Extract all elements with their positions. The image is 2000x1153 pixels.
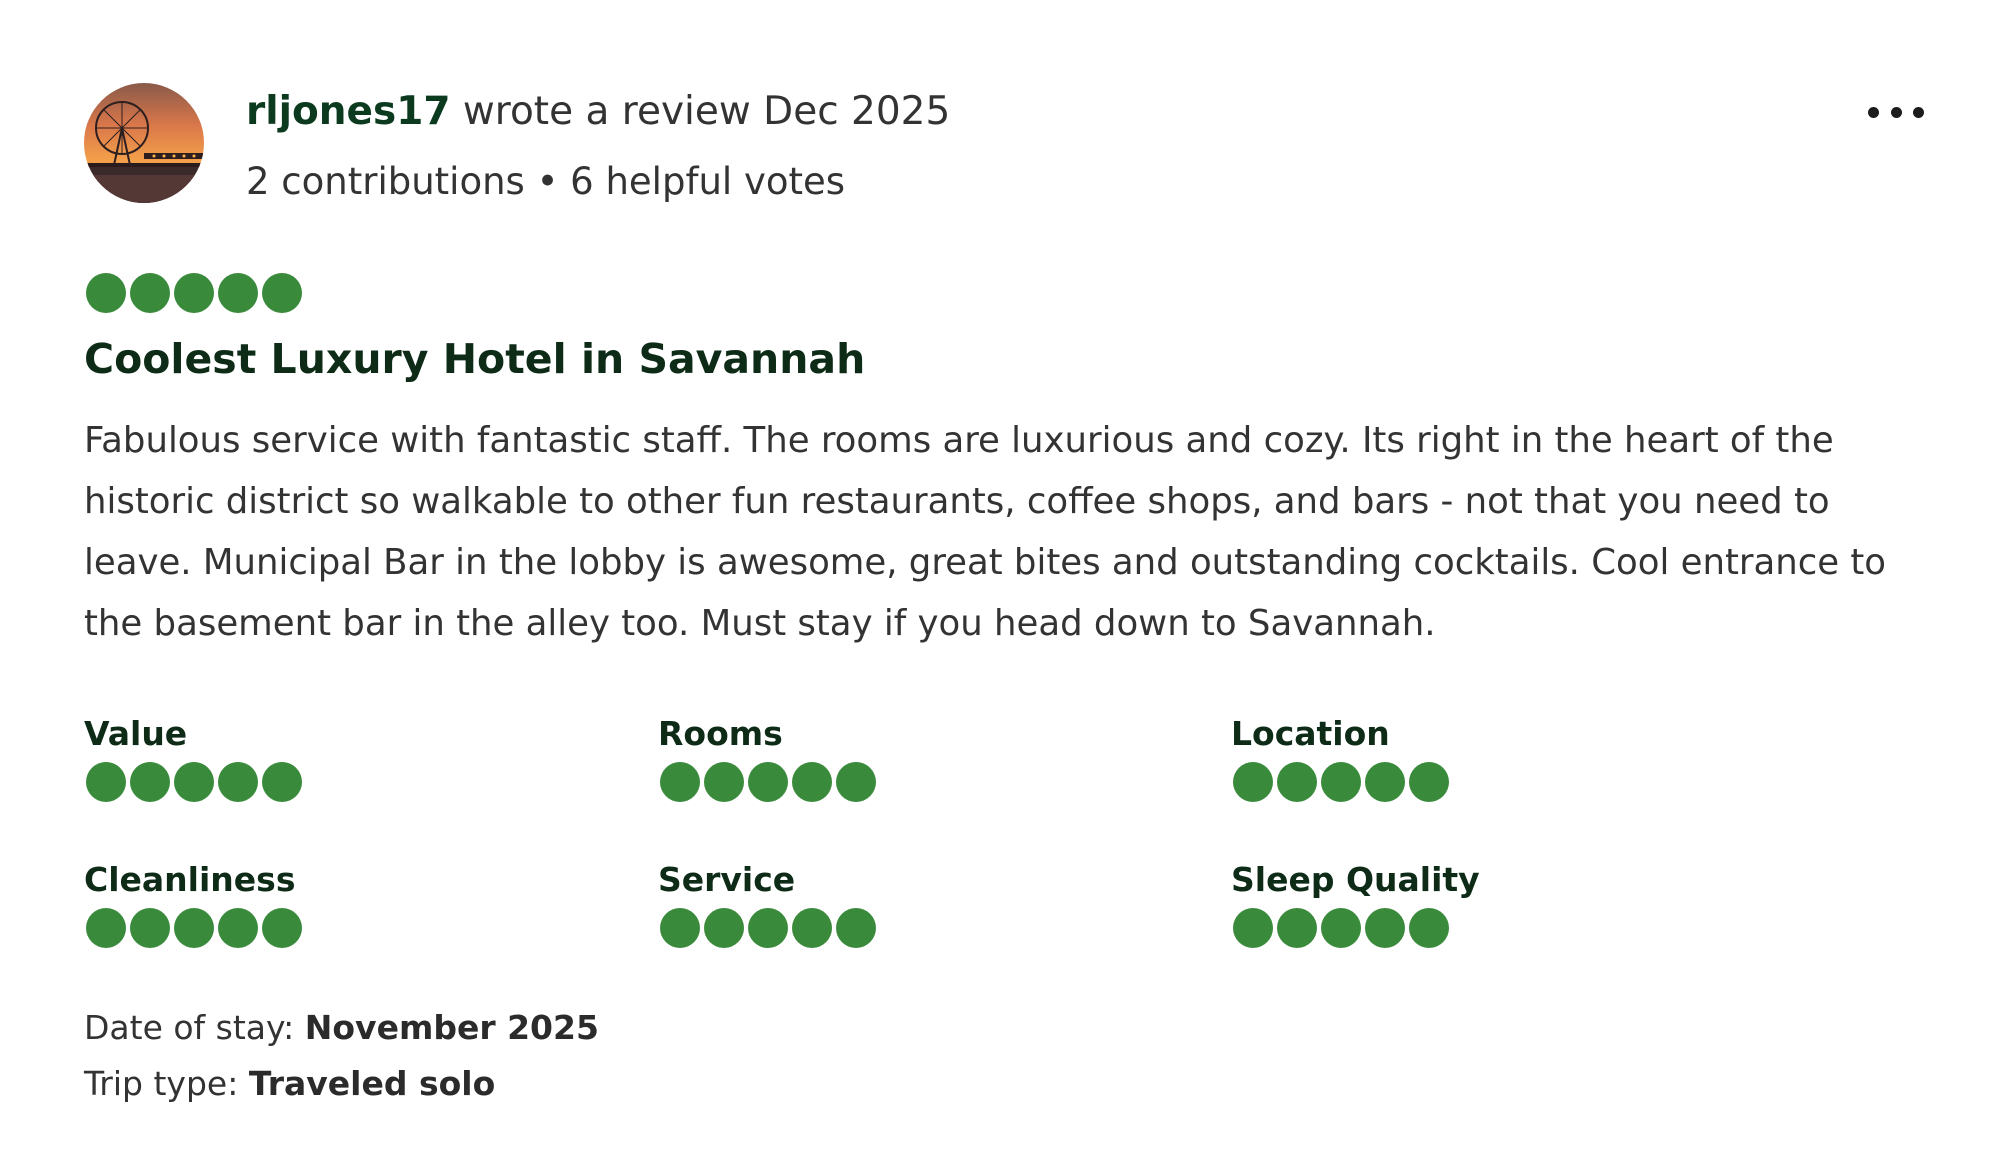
rating-bubble-icon: [1321, 908, 1361, 948]
rating-bubble-icon: [660, 908, 700, 948]
rating-bubble-icon: [1409, 762, 1449, 802]
sub-rating-cleanliness: Cleanliness: [84, 858, 302, 948]
sub-rating-label: Cleanliness: [84, 860, 296, 899]
overall-rating-bubbles: [86, 273, 302, 313]
sub-rating-rooms: Rooms: [658, 712, 876, 802]
rating-bubble-icon: [792, 908, 832, 948]
date-of-stay-label: Date of stay:: [84, 1008, 295, 1047]
rating-bubble-icon: [1365, 762, 1405, 802]
date-of-stay: Date of stay: November 2025: [84, 1004, 599, 1052]
rating-bubble-icon: [262, 908, 302, 948]
sub-rating-location: Location: [1231, 712, 1449, 802]
rating-bubble-icon: [174, 762, 214, 802]
rating-bubble-icon: [174, 908, 214, 948]
contributions-text: 2 contributions • 6 helpful votes: [246, 160, 846, 203]
sub-rating-label: Value: [84, 714, 188, 753]
sub-rating-label: Location: [1231, 714, 1390, 753]
sub-rating-sleep-quality: Sleep Quality: [1231, 858, 1480, 948]
more-horizontal-icon: [1868, 106, 1879, 118]
rating-bubble-icon: [262, 273, 302, 313]
review-title: Coolest Luxury Hotel in Savannah: [84, 335, 866, 383]
rating-bubble-icon: [1277, 908, 1317, 948]
sub-rating-label: Rooms: [658, 714, 783, 753]
more-horizontal-icon-dot: [1913, 106, 1924, 118]
rating-bubble-icon: [836, 762, 876, 802]
sub-rating-bubbles: [86, 762, 302, 802]
trip-type: Trip type: Traveled solo: [84, 1060, 495, 1108]
rating-bubble-icon: [174, 273, 214, 313]
rating-bubble-icon: [86, 762, 126, 802]
rating-bubble-icon: [130, 762, 170, 802]
sub-rating-label: Service: [658, 860, 796, 899]
review-date-text: wrote a review Dec 2025: [462, 89, 951, 134]
date-of-stay-value: November 2025: [304, 1008, 599, 1047]
rating-bubble-icon: [1233, 762, 1273, 802]
rating-bubble-icon: [792, 762, 832, 802]
rating-bubble-icon: [836, 908, 876, 948]
review-card: rljones17 wrote a review Dec 2025 2 cont…: [0, 0, 2000, 1153]
rating-bubble-icon: [748, 908, 788, 948]
rating-bubble-icon: [704, 908, 744, 948]
trip-type-value: Traveled solo: [248, 1064, 496, 1103]
rating-bubble-icon: [218, 762, 258, 802]
rating-bubble-icon: [1409, 908, 1449, 948]
sub-rating-bubbles: [1233, 762, 1449, 802]
sub-rating-bubbles: [86, 908, 302, 948]
sub-rating-service: Service: [658, 858, 876, 948]
sub-rating-label: Sleep Quality: [1231, 860, 1480, 899]
rating-bubble-icon: [86, 273, 126, 313]
rating-bubble-icon: [218, 273, 258, 313]
more-options-button[interactable]: [1868, 92, 1924, 132]
sub-rating-bubbles: [660, 762, 876, 802]
rating-bubble-icon: [748, 762, 788, 802]
rating-bubble-icon: [218, 908, 258, 948]
avatar[interactable]: [84, 83, 204, 203]
review-header: rljones17 wrote a review Dec 2025: [246, 84, 950, 140]
rating-bubble-icon: [130, 908, 170, 948]
avatar-photo: [84, 83, 204, 203]
rating-bubble-icon: [86, 908, 126, 948]
rating-bubble-icon: [1277, 762, 1317, 802]
review-body: Fabulous service with fantastic staff. T…: [84, 420, 1887, 644]
rating-bubble-icon: [1321, 762, 1361, 802]
rating-bubble-icon: [704, 762, 744, 802]
rating-bubble-icon: [1365, 908, 1405, 948]
sub-rating-value: Value: [84, 712, 302, 802]
rating-bubble-icon: [1233, 908, 1273, 948]
rating-bubble-icon: [660, 762, 700, 802]
trip-type-label: Trip type:: [84, 1064, 239, 1103]
username-link[interactable]: rljones17: [246, 89, 450, 134]
rating-bubble-icon: [130, 273, 170, 313]
more-horizontal-icon-dot: [1890, 106, 1902, 118]
rating-bubble-icon: [262, 762, 302, 802]
sub-rating-bubbles: [1233, 908, 1480, 948]
sub-rating-bubbles: [660, 908, 876, 948]
